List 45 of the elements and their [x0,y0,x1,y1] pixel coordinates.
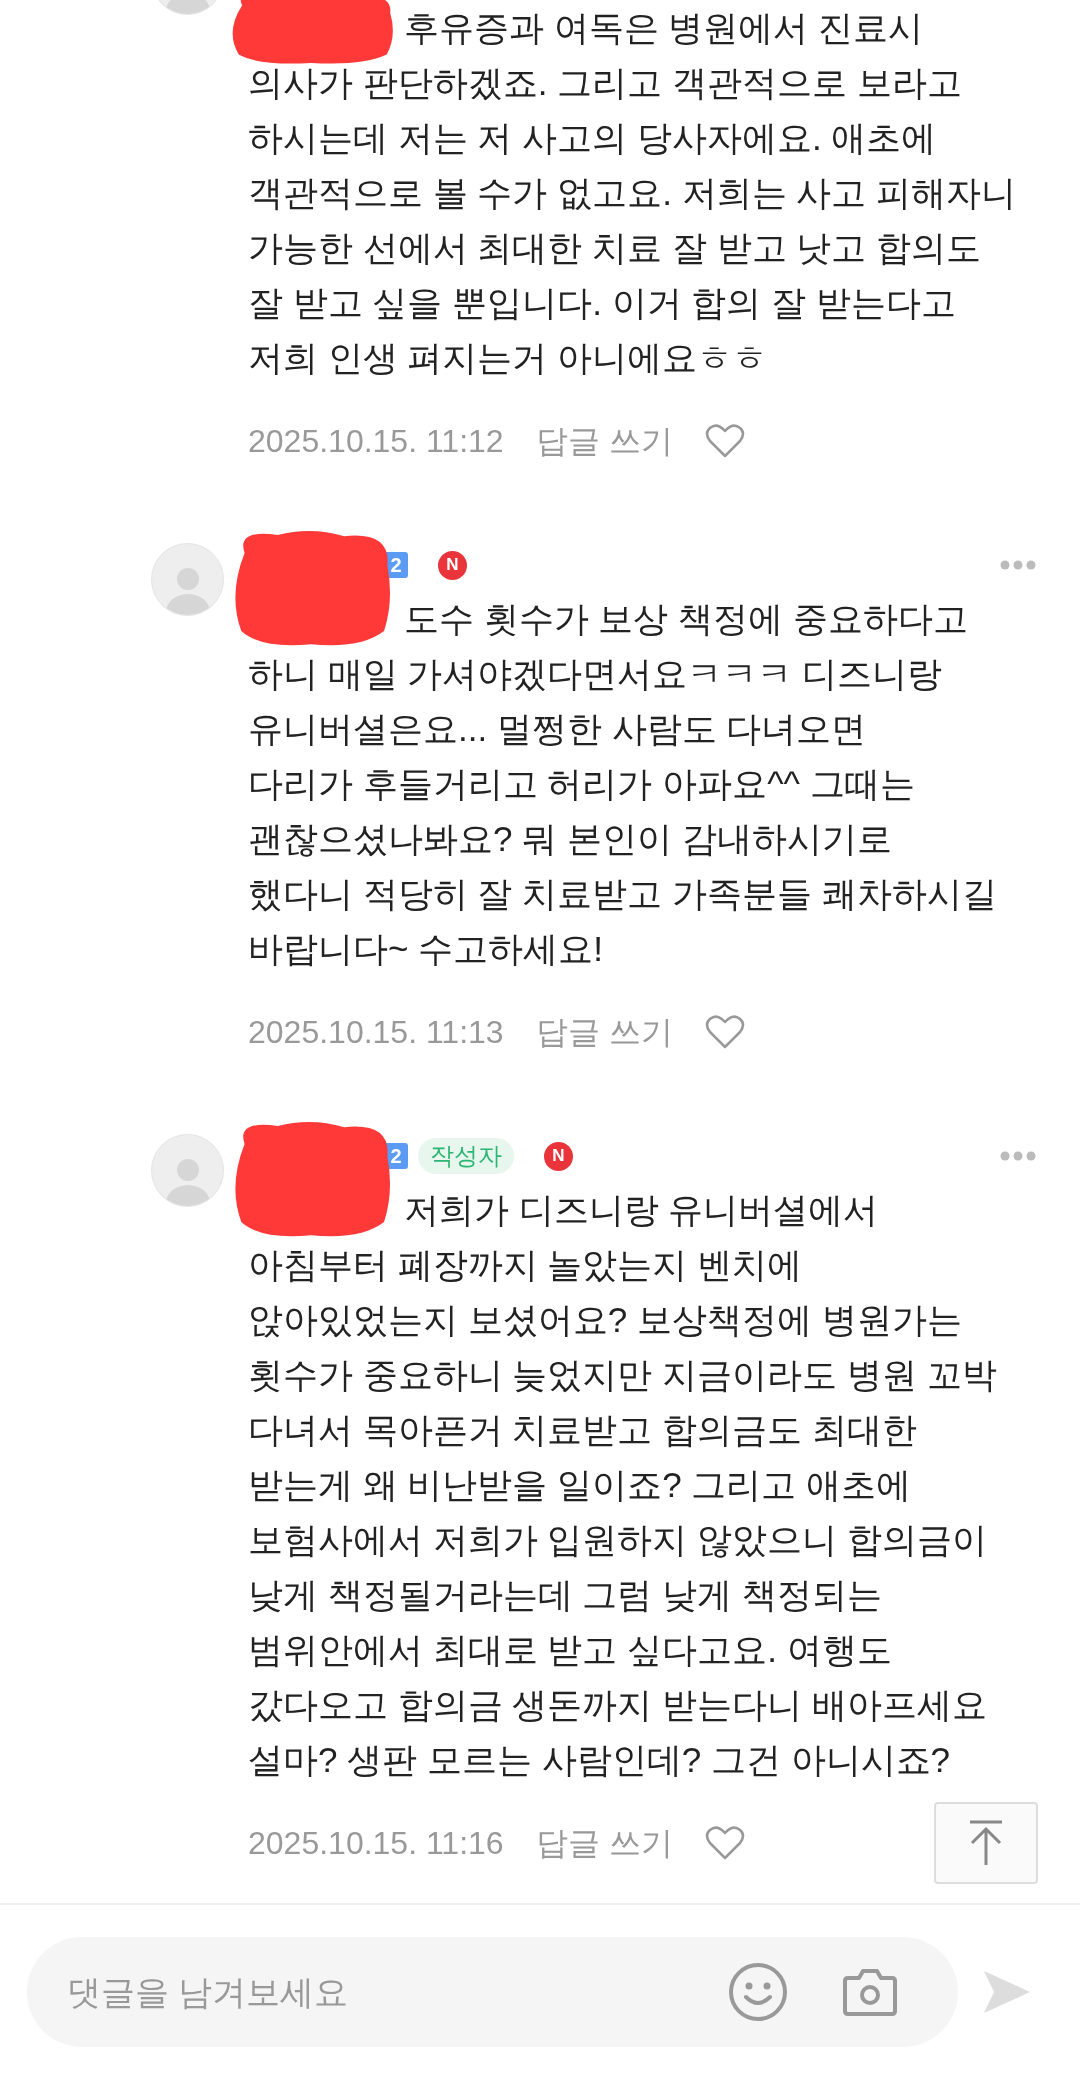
reply-link[interactable]: 답글 쓰기 [535,1819,673,1867]
comment-line: 가능한 선에서 최대한 치료 잘 받고 낫고 합의도 [248,227,982,269]
comment-input-field[interactable]: 댓글을 남겨보세요 [67,1966,728,2018]
comment-line: 설마? 생판 모르는 사람인데? 그건 아니시죠? [248,1739,951,1781]
send-icon[interactable] [982,1969,1032,2015]
comment-line: 저희가 디즈니랑 유니버셜에서 [404,1189,879,1231]
comment-bar[interactable]: 댓글을 남겨보세요 [27,1937,958,2047]
heart-icon[interactable] [704,1825,745,1861]
timestamp: 2025.10.15. 11:16 [248,1824,504,1863]
comment-line: 후유증과 여독은 병원에서 진료시 [404,7,924,49]
comment-line: 다녀서 목아픈거 치료받고 합의금도 최대한 [248,1409,917,1451]
comment-line: 보험사에서 저희가 입원하지 않았으니 합의금이 [248,1519,987,1561]
camera-icon[interactable] [842,1966,898,2018]
more-icon[interactable] [1000,560,1036,570]
new-badge: N [544,1141,573,1171]
timestamp: 2025.10.15. 11:12 [248,422,504,461]
comment-line: 객관적으로 볼 수가 없고요. 저희는 사고 피해자니 [248,172,1017,214]
comment-line: 괜찮으셨나봐요? 뭐 본인이 감내하시기로 [248,818,892,860]
comment-line: 바랍니다~ 수고하세요! [248,928,603,970]
comment-line: 앉아있었는지 보셨어요? 보상책정에 병원가는 [248,1299,962,1341]
comment-line: 횟수가 중요하니 늦었지만 지금이라도 병원 꼬박 [248,1354,997,1396]
comment-line: 잘 받고 싶을 뿐입니다. 이거 합의 잘 받는다고 [248,282,956,324]
comment-line: 낮게 책정될거라는데 그럼 낮게 책정되는 [248,1574,882,1616]
comment-line: 했다니 적당히 잘 치료받고 가족분들 쾌차하시길 [248,873,997,915]
timestamp: 2025.10.15. 11:13 [248,1013,504,1052]
scroll-to-top-button[interactable] [934,1802,1038,1884]
comment-line: 아침부터 폐장까지 놀았는지 벤치에 [248,1244,803,1286]
comment-line: 의사가 판단하겠죠. 그리고 객관적으로 보라고 [248,62,962,104]
comment-line: 범위안에서 최대로 받고 싶다고요. 여행도 [248,1629,892,1671]
comment-line: 유니버셜은요... 멀쩡한 사람도 다녀오면 [248,708,867,750]
emoji-icon[interactable] [728,1962,788,2022]
new-badge: N [438,550,467,580]
comment-line: 다리가 후들거리고 허리가 아파요^^ 그때는 [248,763,915,805]
heart-icon[interactable] [704,1014,745,1050]
comment-line: 받는게 왜 비난받을 일이죠? 그리고 애초에 [248,1464,912,1506]
heart-icon[interactable] [704,423,745,459]
reply-link[interactable]: 답글 쓰기 [535,417,673,465]
comment-line: 갔다오고 합의금 생돈까지 받는다니 배아프세요 [248,1684,987,1726]
comment-line: 도수 횟수가 보상 책정에 중요하다고 [404,598,968,640]
comment-line: 하시는데 저는 저 사고의 당사자에요. 애초에 [248,117,937,159]
comment-line: 하니 매일 가셔야겠다면서요ㅋㅋㅋ 디즈니랑 [248,653,943,695]
more-icon[interactable] [1000,1151,1036,1161]
reply-link[interactable]: 답글 쓰기 [535,1008,673,1056]
comment-line: 저희 인생 펴지는거 아니에요ㅎㅎ [248,337,768,379]
author-badge: 작성자 [418,1138,514,1174]
